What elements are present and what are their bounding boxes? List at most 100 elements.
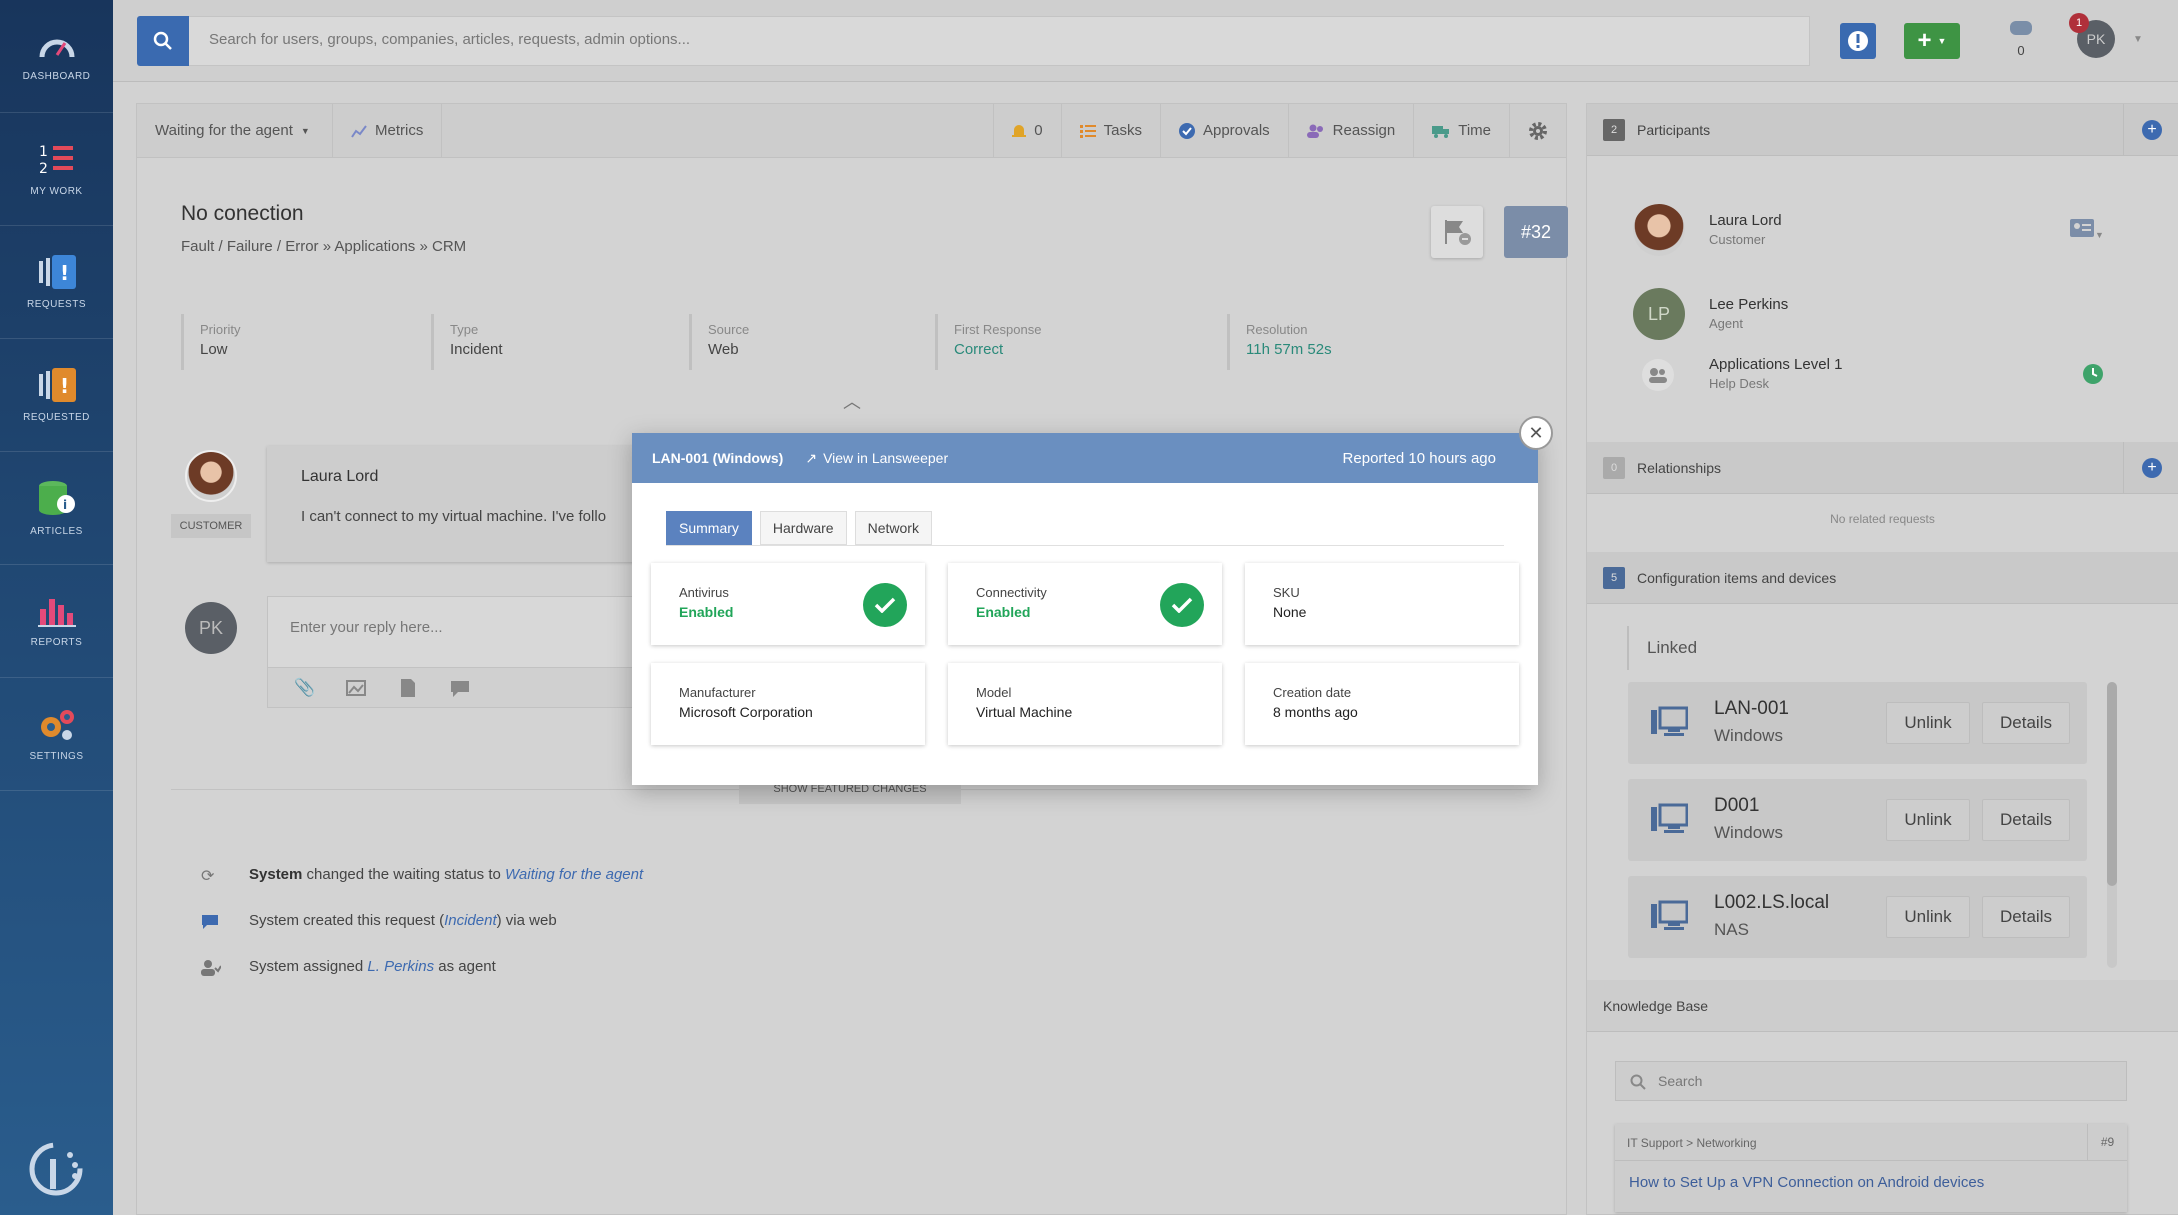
time-button[interactable]: Time: [1414, 103, 1510, 158]
document-icon[interactable]: [400, 678, 416, 698]
metrics-button[interactable]: Metrics: [333, 103, 443, 158]
agent-avatar: LP: [1633, 288, 1685, 340]
contact-card-icon: [2070, 219, 2094, 237]
approvals-button[interactable]: Approvals: [1161, 103, 1289, 158]
resolution-field: Resolution 11h 57m 52s: [1227, 314, 1467, 370]
close-icon: ✕: [1528, 422, 1544, 443]
nav-dashboard[interactable]: DASHBOARD: [0, 0, 113, 113]
chevron-down-icon[interactable]: ▼: [2133, 34, 2143, 45]
requests-icon: !: [38, 254, 76, 289]
image-icon[interactable]: [346, 680, 366, 696]
activity-link[interactable]: Incident: [444, 912, 497, 929]
comment-icon[interactable]: [450, 680, 470, 698]
tab-hardware[interactable]: Hardware: [759, 511, 847, 545]
type-field: Type Incident: [431, 314, 681, 370]
kb-article-card[interactable]: IT Support > Networking #9 How to Set Up…: [1615, 1124, 2127, 1212]
meta-label: First Response: [954, 322, 1042, 337]
activity-link[interactable]: L. Perkins: [367, 958, 434, 975]
scrollbar-thumb[interactable]: [2107, 682, 2117, 886]
lansweeper-link[interactable]: View in Lansweeper: [823, 450, 948, 466]
tab-network[interactable]: Network: [854, 511, 932, 545]
config-item: D001 Windows Unlink Details: [1628, 779, 2087, 861]
unlink-button[interactable]: Unlink: [1886, 702, 1970, 744]
bar-chart-icon: [37, 598, 76, 627]
linked-label: Linked: [1647, 638, 1698, 657]
nav-my-work[interactable]: 12 MY WORK: [0, 113, 113, 226]
flag-button[interactable]: [1431, 206, 1483, 258]
configuration-header: 5 Configuration items and devices: [1587, 552, 2178, 604]
tasks-button[interactable]: Tasks: [1062, 103, 1161, 158]
source-field: Source Web: [689, 314, 929, 370]
unlink-button[interactable]: Unlink: [1886, 896, 1970, 938]
request-id-badge: #32: [1504, 206, 1568, 258]
item-name: LAN-001: [1714, 698, 1789, 719]
sku-card: SKU None: [1245, 563, 1519, 645]
reassign-button[interactable]: Reassign: [1289, 103, 1415, 158]
unlink-button[interactable]: Unlink: [1886, 799, 1970, 841]
breadcrumb-item[interactable]: Applications: [334, 238, 415, 255]
new-request-button[interactable]: + ▼: [1904, 23, 1960, 59]
activity-link[interactable]: Waiting for the agent: [505, 866, 643, 883]
breadcrumb-item[interactable]: CRM: [432, 238, 466, 255]
checkmark-icon: [863, 583, 907, 627]
status-dropdown[interactable]: Waiting for the agent ▼: [137, 103, 333, 158]
group-name[interactable]: Applications Level 1: [1709, 356, 1842, 373]
config-item: LAN-001 Windows Unlink Details: [1628, 682, 2087, 764]
notifications-button[interactable]: 0: [993, 103, 1062, 158]
flag-icon: [1445, 220, 1471, 245]
modal-title: LAN-001 (Windows): [652, 450, 784, 466]
breadcrumb-separator: »: [419, 238, 428, 255]
chat-notifications[interactable]: 0: [1999, 20, 2043, 58]
nav-settings[interactable]: SETTINGS: [0, 678, 113, 791]
breadcrumb-item[interactable]: Fault / Failure / Error: [181, 238, 319, 255]
knowledge-base-header: Knowledge Base: [1587, 980, 2178, 1032]
details-panel: 2 Participants + Laura Lord Customer ▼ LP …: [1586, 103, 2178, 1215]
svg-text:1: 1: [39, 144, 48, 160]
details-button[interactable]: Details: [1982, 896, 2070, 938]
tab-summary[interactable]: Summary: [666, 511, 752, 545]
kb-category: IT Support > Networking: [1627, 1136, 1757, 1150]
settings-button[interactable]: [1510, 104, 1566, 158]
participant-role: Agent: [1709, 316, 1743, 331]
nav-requests[interactable]: ! REQUESTS: [0, 226, 113, 339]
approvals-label: Approvals: [1202, 122, 1270, 139]
antivirus-card: Antivirus Enabled: [651, 563, 925, 645]
tasks-label: Tasks: [1103, 122, 1142, 139]
activity-text: System created this request (: [249, 912, 445, 929]
details-button[interactable]: Details: [1982, 799, 2070, 841]
nav-articles[interactable]: i ARTICLES: [0, 452, 113, 565]
reply-input[interactable]: Enter your reply here...: [290, 619, 443, 636]
card-label: Model: [976, 685, 1012, 700]
activity-item: System assigned L. Perkins as agent: [249, 958, 496, 975]
card-label: Creation date: [1273, 685, 1352, 700]
chevron-up-icon[interactable]: ︿: [843, 388, 861, 414]
participant-name[interactable]: Lee Perkins: [1709, 296, 1788, 313]
avatar-badge: 1: [2069, 13, 2089, 33]
search-button[interactable]: [137, 16, 189, 66]
global-search-input[interactable]: Search for users, groups, companies, art…: [189, 16, 1810, 66]
chevron-down-icon: ▼: [2095, 230, 2104, 240]
kb-search-input[interactable]: Search: [1615, 1061, 2127, 1101]
add-relationship-button[interactable]: +: [2142, 457, 2162, 478]
modal-tabs: Summary Hardware Network: [666, 511, 932, 545]
participant-name[interactable]: Laura Lord: [1709, 212, 1782, 229]
item-type: Windows: [1714, 823, 1783, 842]
scrollbar[interactable]: [2107, 682, 2117, 968]
svg-text:!: !: [60, 261, 70, 285]
contact-card-button[interactable]: ▼: [2069, 218, 2104, 243]
close-modal-button[interactable]: ✕: [1519, 416, 1553, 450]
kb-article-link[interactable]: How to Set Up a VPN Connection on Androi…: [1629, 1174, 1984, 1191]
nav-reports[interactable]: REPORTS: [0, 565, 113, 678]
add-participant-button[interactable]: +: [2142, 119, 2162, 140]
alert-button[interactable]: [1840, 23, 1876, 59]
reply-box[interactable]: Enter your reply here... 📎: [267, 596, 667, 708]
linked-divider: [1627, 626, 1629, 670]
nav-requested[interactable]: ! REQUESTED: [0, 339, 113, 452]
participant-avatar: [1633, 204, 1685, 256]
count-badge: 2: [1603, 118, 1625, 141]
details-button[interactable]: Details: [1982, 702, 2070, 744]
meta-value: Incident: [450, 341, 503, 358]
paperclip-icon[interactable]: 📎: [294, 678, 315, 698]
top-bar: Search for users, groups, companies, art…: [113, 0, 2178, 82]
message-text: I can't connect to my virtual machine. I…: [301, 508, 607, 525]
